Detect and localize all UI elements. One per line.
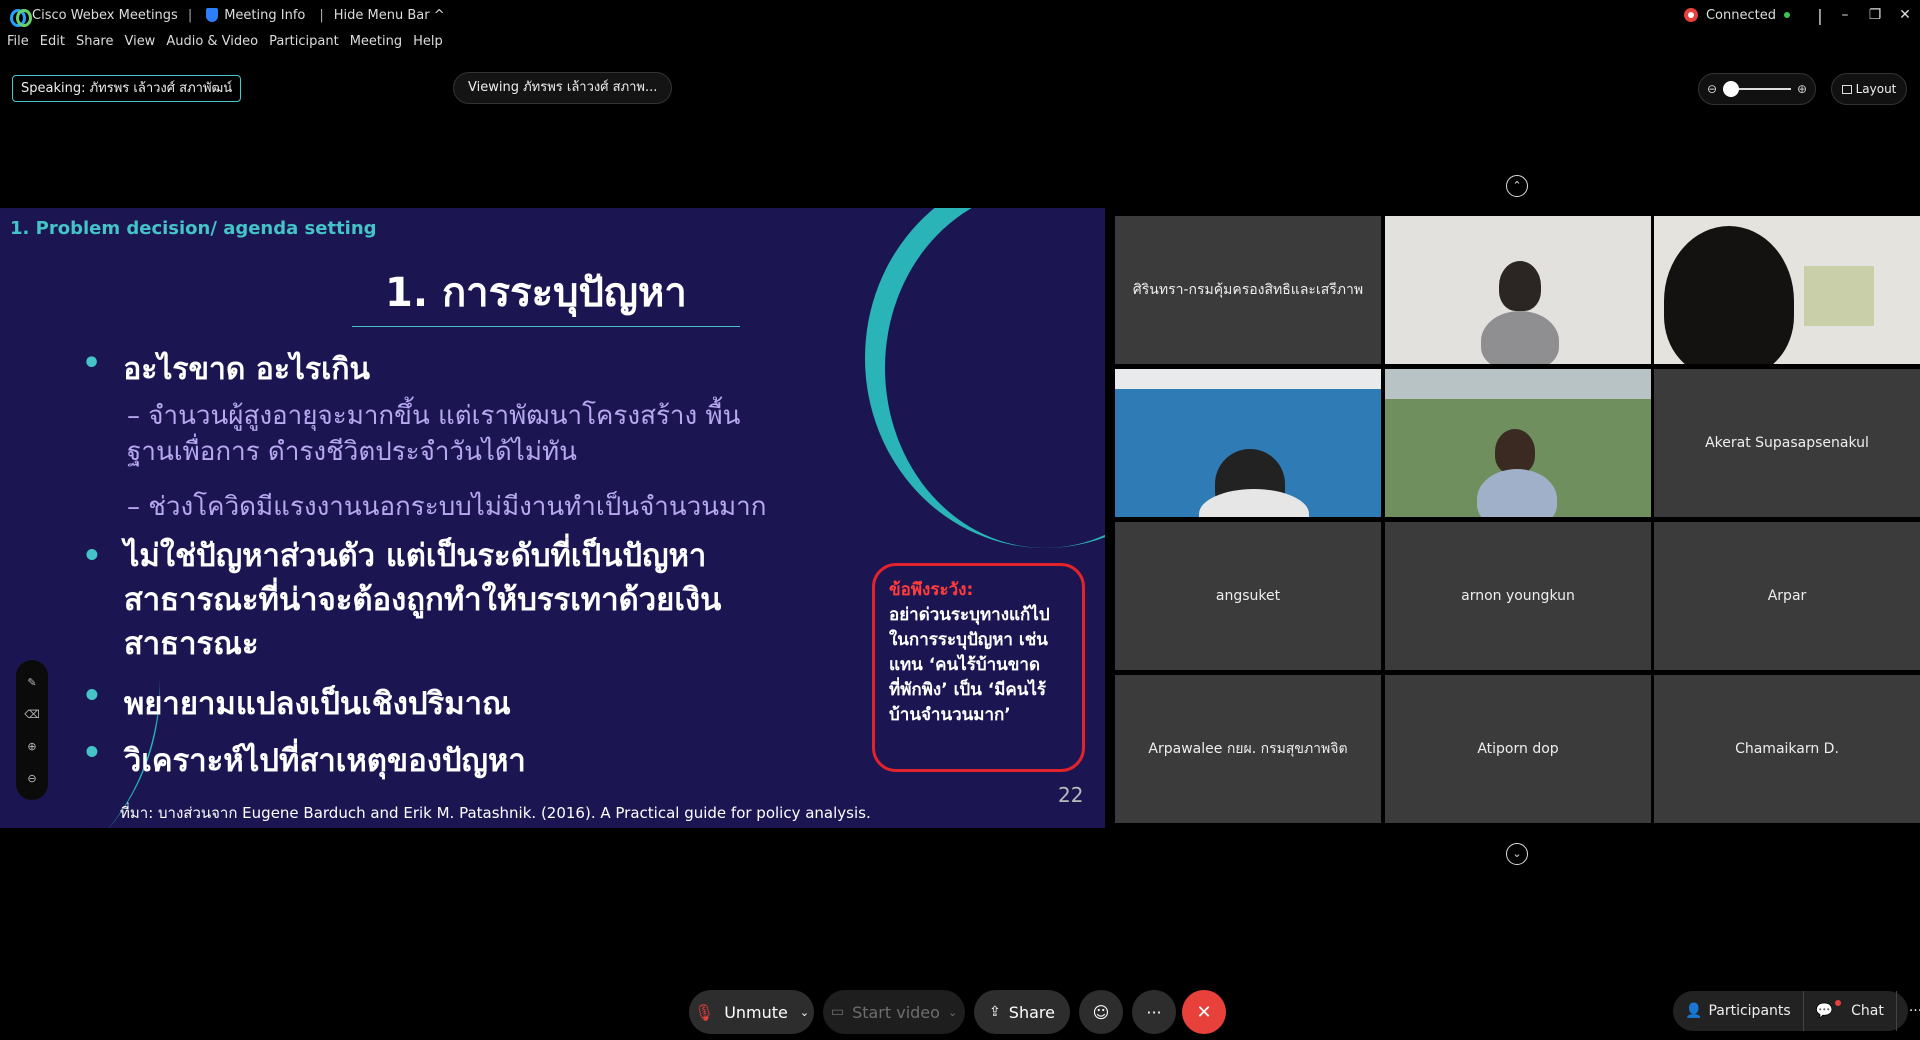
close-icon: ✕: [1196, 1001, 1212, 1023]
participant-video: [1664, 226, 1794, 364]
menu-audio-video[interactable]: Audio & Video: [166, 34, 258, 58]
participant-video-tile[interactable]: [1654, 216, 1920, 364]
participant-tile[interactable]: Atiporn dop: [1385, 675, 1651, 823]
participant-video: [1499, 261, 1541, 311]
slide-bullet: • วิเคราะห์ไปที่สาเหตุของปัญหา: [82, 735, 526, 779]
caution-heading: ข้อพึงระวัง:: [889, 580, 974, 600]
slide-bullet: • พยายามแปลงเป็นเชิงปริมาณ: [82, 678, 511, 722]
connection-status: Connected: [1705, 7, 1776, 23]
caution-box: ข้อพึงระวัง: อย่าด่วนระบุทางแก้ไปในการระ…: [872, 563, 1085, 772]
camera-off-icon: ▭: [830, 1004, 845, 1020]
caution-text: อย่าด่วนระบุทางแก้ไปในการระบุปัญหา เช่น …: [889, 605, 1050, 725]
viewing-indicator[interactable]: Viewing ภัทรพร เล้าวงศ์ สภาพ...: [453, 72, 673, 104]
menu-bar: File Edit Share View Audio & Video Parti…: [0, 34, 447, 58]
menu-file[interactable]: File: [7, 34, 29, 58]
zoom-slider[interactable]: [1723, 81, 1791, 97]
share-button[interactable]: ⇪ Share: [974, 990, 1070, 1034]
participant-tile[interactable]: arnon youngkun: [1385, 522, 1651, 670]
layout-button[interactable]: Layout: [1831, 73, 1907, 105]
unmute-button[interactable]: 🎙 Unmute ⌄: [689, 990, 814, 1034]
grid-scroll-up-button[interactable]: ⌃: [1506, 175, 1528, 197]
menu-help[interactable]: Help: [413, 34, 443, 58]
chevron-down-icon[interactable]: ⌄: [800, 1006, 809, 1019]
webex-logo-icon: [10, 9, 32, 27]
start-video-button[interactable]: ▭ Start video ⌄: [823, 990, 965, 1034]
participant-tile[interactable]: Arpawalee กยผ. กรมสุขภาพจิต: [1115, 675, 1381, 823]
smiley-icon: ☺: [1092, 1002, 1110, 1022]
chat-icon: 💬: [1815, 1003, 1834, 1019]
participant-video-tile[interactable]: [1385, 369, 1651, 517]
app-title: Cisco Webex Meetings |: [10, 8, 196, 27]
meeting-info-button[interactable]: Meeting Info: [206, 8, 305, 23]
zoom-control: ⊖ ⊕: [1698, 73, 1816, 105]
annotate-icon[interactable]: ✎: [27, 676, 36, 689]
zoom-in-icon[interactable]: ⊕: [27, 740, 36, 753]
grid-scroll-down-button[interactable]: ⌄: [1506, 843, 1528, 865]
panel-more-button[interactable]: ···: [1897, 991, 1920, 1031]
annotation-toolbar: ✎ ⌫ ⊕ ⊖: [16, 660, 48, 800]
slide-bullet: • ไม่ใช่ปัญหาส่วนตัว แต่เป็นระดับที่เป็นป…: [82, 538, 722, 662]
menu-share[interactable]: Share: [76, 34, 114, 58]
zoom-slider-knob[interactable]: [1723, 81, 1740, 97]
zoom-in-icon[interactable]: ⊕: [1797, 82, 1807, 96]
slide-page-number: 22: [1058, 783, 1084, 807]
minimize-button[interactable]: –: [1830, 7, 1860, 23]
participants-button[interactable]: 👤 Participants: [1673, 991, 1804, 1031]
menu-edit[interactable]: Edit: [40, 34, 65, 58]
participant-video: [1495, 429, 1535, 474]
participant-tile[interactable]: angsuket: [1115, 522, 1381, 670]
zoom-out-icon[interactable]: ⊖: [1707, 82, 1717, 96]
slide-title: 1. การระบุปัญหา: [385, 270, 687, 316]
menu-meeting[interactable]: Meeting: [350, 34, 402, 58]
zoom-out-icon[interactable]: ⊖: [27, 772, 36, 785]
slide-sub-bullet: – ช่วงโควิดมีแรงงานนอกระบบไม่มีงานทำเป็น…: [127, 492, 767, 522]
separator-icon: |: [1817, 5, 1823, 25]
menu-view[interactable]: View: [124, 34, 155, 58]
eraser-icon[interactable]: ⌫: [24, 708, 40, 721]
shield-icon: [206, 8, 219, 22]
chat-notification-badge: [1835, 1000, 1842, 1006]
slide-sub-bullet: – จำนวนผู้สูงอายุจะมากขึ้น แต่เราพัฒนาโค…: [127, 401, 741, 467]
hide-menu-bar-button[interactable]: | Hide Menu Bar ^: [315, 8, 444, 23]
slide-bullet: • อะไรขาด อะไรเกิน: [82, 346, 371, 387]
participant-tile[interactable]: Akerat Supasapsenakul: [1654, 369, 1920, 517]
share-icon: ⇪: [989, 1004, 1001, 1020]
menu-participant[interactable]: Participant: [269, 34, 339, 58]
restore-button[interactable]: ❐: [1860, 7, 1890, 23]
leave-meeting-button[interactable]: ✕: [1182, 990, 1226, 1034]
participant-video-tile[interactable]: [1115, 369, 1381, 517]
participant-tile[interactable]: Chamaikarn D.: [1654, 675, 1920, 823]
title-bar: Cisco Webex Meetings | Meeting Info | Hi…: [0, 0, 1920, 30]
layout-icon: [1841, 85, 1852, 94]
slide-section-tag: 1. Problem decision/ agenda setting: [10, 218, 377, 239]
microphone-muted-icon: 🎙: [693, 1002, 715, 1022]
chat-button[interactable]: 💬 Chat: [1804, 991, 1897, 1031]
close-window-button[interactable]: ✕: [1890, 7, 1920, 23]
chevron-down-icon[interactable]: ⌄: [948, 1006, 957, 1019]
title-underline: [352, 326, 740, 327]
panel-controls: 👤 Participants 💬 Chat ···: [1673, 991, 1920, 1031]
person-icon: 👤: [1685, 1003, 1703, 1019]
shared-slide: 1. Problem decision/ agenda setting 1. ก…: [0, 208, 1105, 828]
slide-source: ที่มา: บางส่วนจาก Eugene Barduch and Eri…: [120, 804, 871, 822]
connection-dot-icon: [1784, 12, 1790, 18]
participant-tile[interactable]: Arpar: [1654, 522, 1920, 670]
participant-tile[interactable]: ศิรินทรา-กรมคุ้มครองสิทธิและเสรีภาพ: [1115, 216, 1381, 364]
speaking-indicator: Speaking: ภัทรพร เล้าวงศ์ สภาพัฒน์: [12, 75, 242, 102]
more-options-button[interactable]: ···: [1132, 990, 1176, 1034]
recording-icon: [1683, 8, 1698, 22]
reactions-button[interactable]: ☺: [1079, 990, 1123, 1034]
more-icon: ···: [1908, 1003, 1920, 1019]
more-icon: ···: [1146, 1002, 1162, 1022]
participant-video-tile[interactable]: [1385, 216, 1651, 364]
